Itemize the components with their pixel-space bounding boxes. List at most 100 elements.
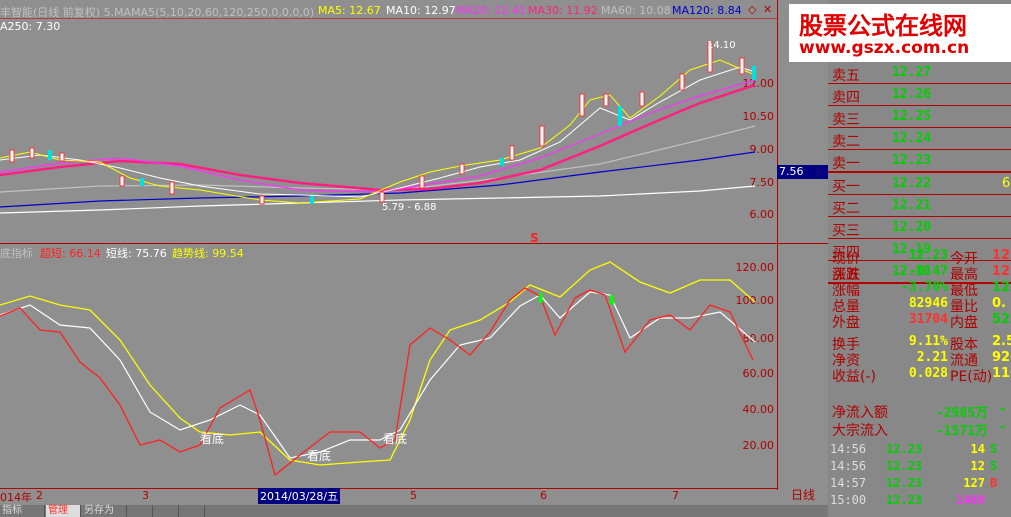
duanxian-line [0, 291, 756, 459]
tick-side: B [990, 476, 998, 490]
tick-time: 14:56 [830, 459, 867, 473]
quote-row: 收益(-) 0.028 PE(动) 110 [828, 365, 1011, 385]
ob-price: 12.27 [892, 65, 932, 80]
ob-label: 买三 [832, 223, 860, 239]
quote-row: 总量 82946 量比 0. [828, 295, 1011, 315]
ob-price: 12.25 [892, 109, 932, 124]
time-axis-label: 2 [36, 489, 43, 502]
candlesticks [9, 41, 745, 205]
quote-value-2: 12. [992, 264, 1011, 279]
tick-volume: 127 [963, 476, 985, 490]
down-arrow-icon: ⬇ [535, 291, 547, 307]
tick-volume: 12 [970, 459, 985, 473]
tick-price: 12.23 [886, 493, 923, 507]
flow-value: -1571万 [935, 424, 988, 439]
tab-indicator[interactable]: 指标 [0, 505, 45, 517]
tick-side: S [990, 459, 998, 473]
quote-value: -3.70% [901, 280, 948, 295]
tab-save-as[interactable]: 另存为 [82, 505, 127, 517]
chart-area[interactable]: 丰智能(日线 前复权) 5.MAMA5(5,10,20,60,120,250,0… [0, 0, 829, 504]
tick-time: 14:57 [830, 476, 867, 490]
tab-manage[interactable]: 管理 [46, 505, 81, 517]
quote-value: 2.21 [916, 350, 948, 365]
ob-price: 12.22 [892, 176, 932, 191]
low-annotation: 5.79 - 6.88 [382, 202, 437, 213]
kandi-label: 看底 [200, 432, 225, 446]
tick-row: 14:57 12.23 127 B [828, 476, 1011, 492]
ob-label: 卖四 [832, 90, 860, 106]
ob-label: 卖三 [832, 112, 860, 128]
quote-label: 收益(-) [832, 369, 876, 385]
quote-value: 82946 [908, 296, 948, 311]
tick-row: 14:56 12.23 12 S [828, 459, 1011, 475]
tick-row: 15:00 12.23 1469 [828, 493, 1011, 509]
ma10-line [0, 66, 756, 198]
quote-row: 现价 12.23 今开 12. [828, 247, 1011, 267]
tab-extra[interactable] [152, 505, 179, 517]
quote-value: 0.028 [908, 366, 948, 381]
flow-label: 大宗流入 [832, 423, 888, 439]
tick-price: 12.23 [886, 476, 923, 490]
tick-volume: 1469 [956, 493, 985, 507]
watermark-title: 股票公式在线网 [799, 12, 967, 40]
site-watermark: 股票公式在线网 www.gszx.com.cn [789, 4, 1011, 62]
s-marker: S [530, 231, 539, 245]
tick-time: 14:56 [830, 442, 867, 456]
kandi-label: 看底 [383, 432, 408, 446]
ob-price: 12.21 [892, 198, 932, 213]
quote-row: 外盘 31704 内盘 522 [828, 311, 1011, 331]
period-label[interactable]: 日线 [778, 486, 828, 504]
quote-value-2: 522 [992, 312, 1011, 327]
quote-value-2: 12. [992, 248, 1011, 263]
cursor-date: 2014/03/28/五 [258, 488, 341, 504]
quote-value: 12.23 [908, 248, 948, 263]
current-price-tag: 7.56 [777, 165, 829, 179]
ob-price: 12.26 [892, 87, 932, 102]
bottom-tabs: 指标 管理 另存为 [0, 505, 830, 517]
flow-row: 净流入额 -2985万 - [828, 401, 1011, 421]
ob-price: 12.24 [892, 131, 932, 146]
quote-value-2: 9209 [992, 350, 1011, 365]
ob-label: 卖五 [832, 68, 860, 84]
time-axis-label: 014年 [0, 491, 32, 504]
tick-row: 14:56 12.23 14 S [828, 442, 1011, 458]
kandi-label: 看底 [307, 449, 332, 463]
ob-label: 买二 [832, 201, 860, 217]
quote-label-2: 内盘 [950, 315, 978, 331]
quote-value: 9.11% [908, 334, 948, 349]
flow-extra: - [1000, 402, 1006, 417]
tick-time: 15:00 [830, 493, 867, 507]
quote-row: 换手 9.11% 股本 2.50 [828, 333, 1011, 353]
tab-extra[interactable] [126, 505, 153, 517]
quote-value-2: 0. [992, 296, 1006, 311]
flow-extra: - [1000, 420, 1006, 435]
tick-price: 12.23 [886, 459, 923, 473]
ob-label: 卖二 [832, 134, 860, 150]
quote-value: -0.47 [908, 264, 948, 279]
flow-row: 大宗流入 -1571万 - [828, 419, 1011, 439]
time-axis-label: 6 [540, 489, 547, 502]
quote-label: 外盘 [832, 315, 860, 331]
time-axis-label: 3 [142, 489, 149, 502]
chaoduan-line [0, 287, 754, 477]
quote-value-2: 12. [992, 280, 1011, 295]
chart-svg: ⬇ ⬇ 14.10 5.79 - 6.88 S [0, 40, 756, 477]
ob-price: 12.23 [892, 153, 932, 168]
time-axis-label: 5 [410, 489, 417, 502]
quote-row: 涨跌 -0.47 最高 12. [828, 263, 1011, 283]
quote-label-2: PE(动) [950, 369, 993, 385]
ma120-line [0, 151, 756, 208]
tick-price: 12.23 [886, 442, 923, 456]
quote-panel: 卖五 12.27 卖四 12.26 卖三 12.25 卖二 12.24 卖一 12.23 … [828, 0, 1011, 517]
tab-extra[interactable] [178, 505, 205, 517]
quote-row: 净资 2.21 流通 9209 [828, 349, 1011, 369]
high-annotation: 14.10 [707, 40, 736, 51]
quote-value: 31704 [908, 312, 948, 327]
time-axis-label: 7 [672, 489, 679, 502]
quote-value-2: 110 [992, 366, 1011, 381]
down-candles [48, 66, 756, 204]
qushi-line [0, 261, 756, 466]
ma5-line [0, 59, 756, 204]
watermark-url: www.gszx.com.cn [799, 38, 970, 58]
down-arrow-icon: ⬇ [606, 293, 618, 309]
